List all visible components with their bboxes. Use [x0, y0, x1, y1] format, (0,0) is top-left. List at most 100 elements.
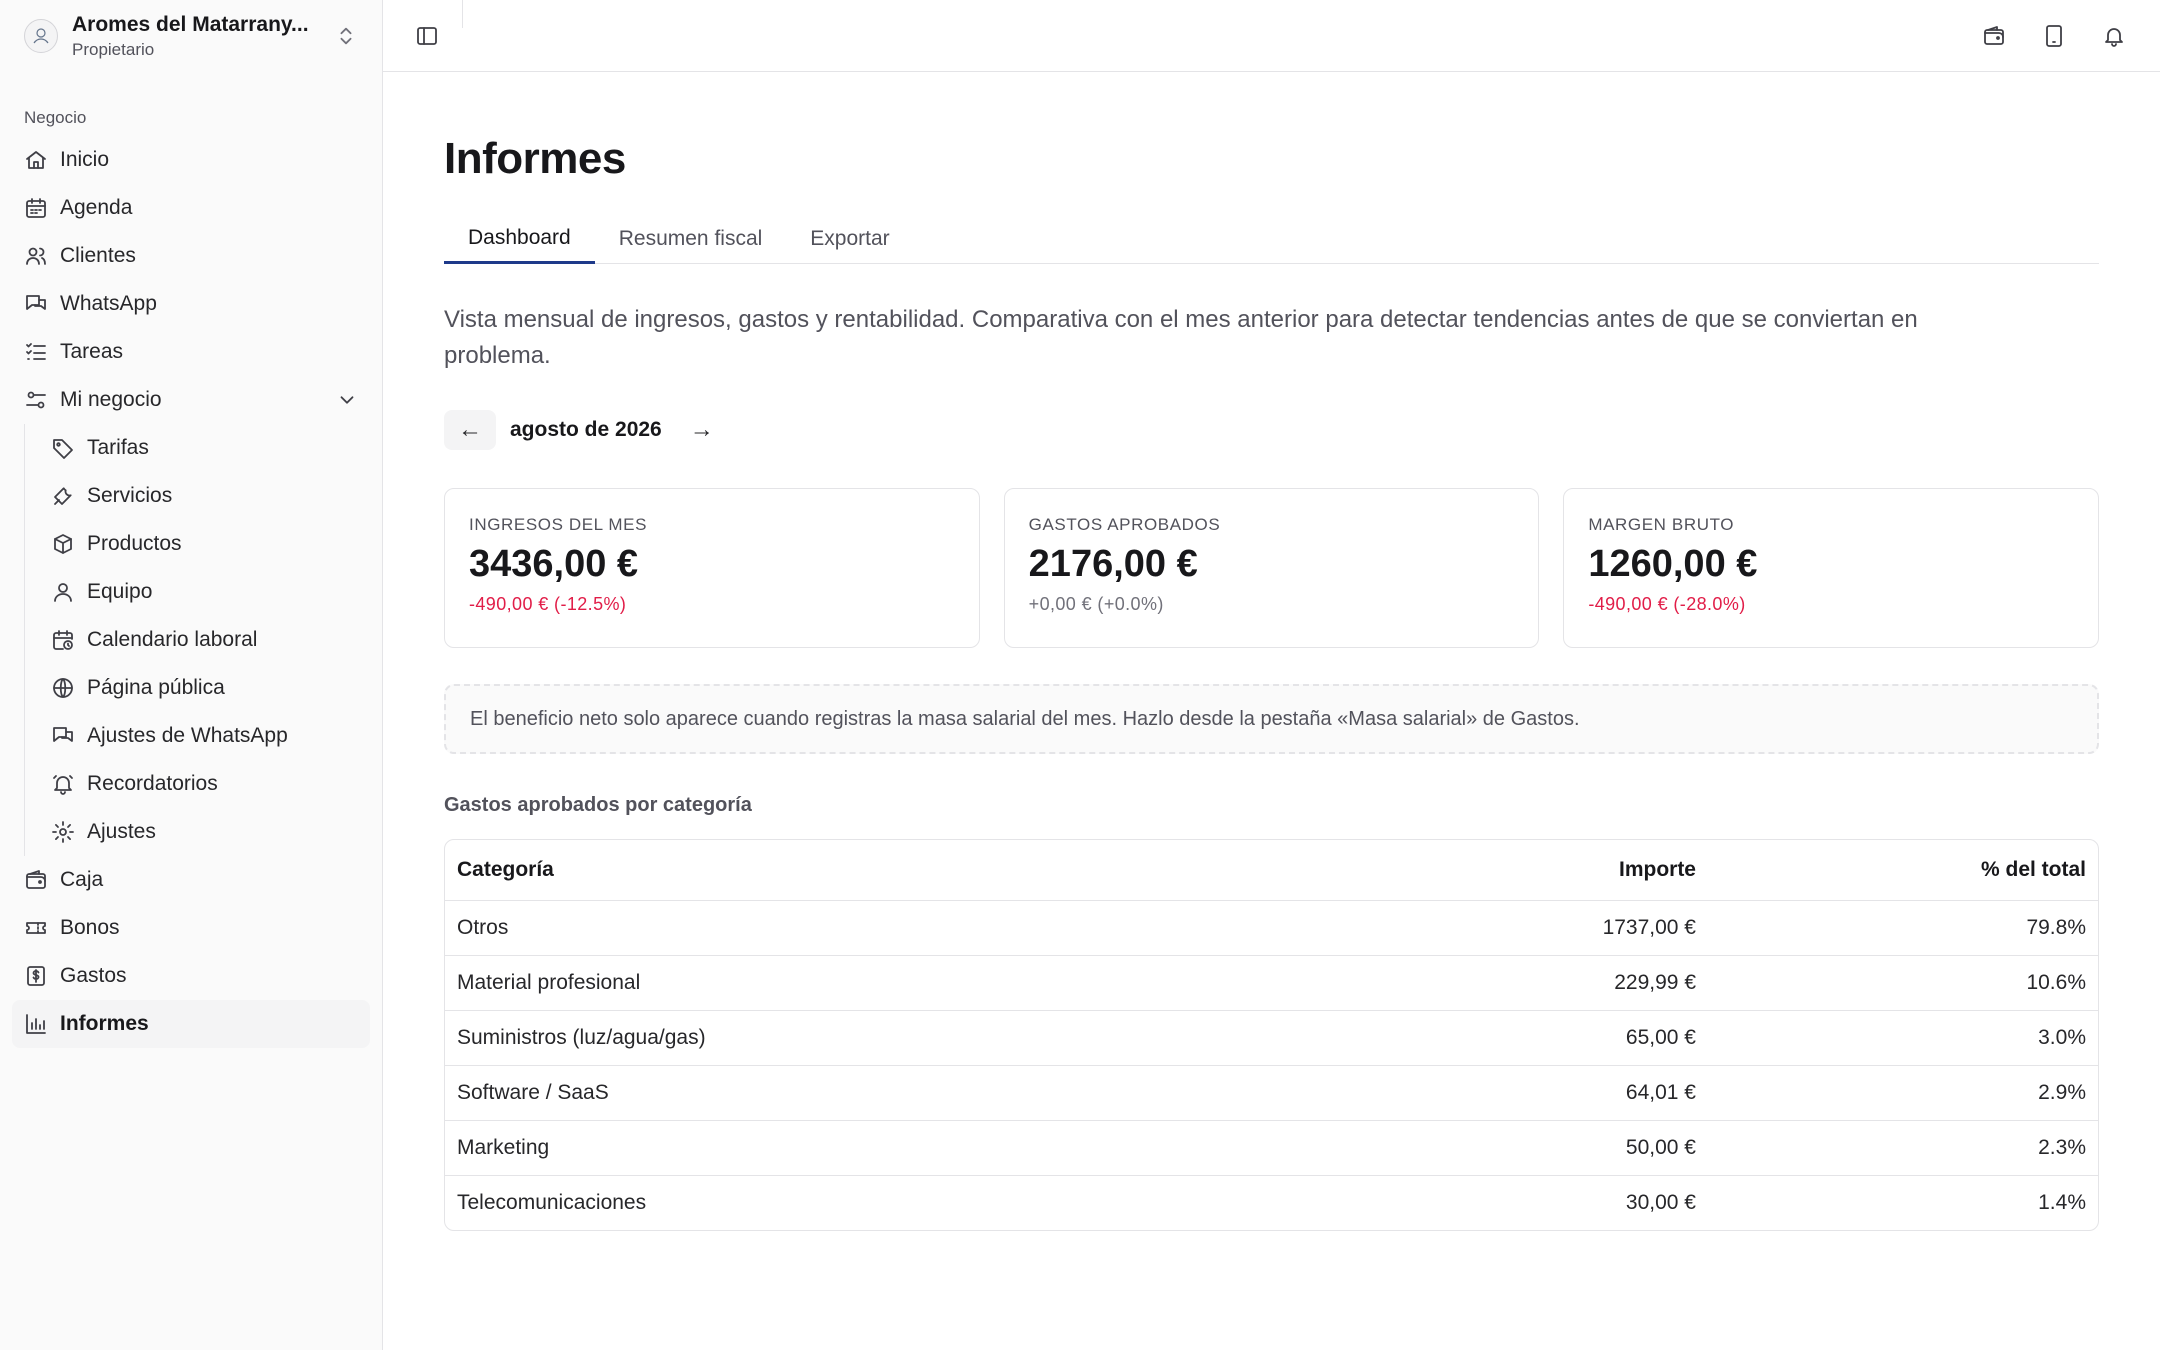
box-icon — [51, 532, 75, 556]
chat-icon — [24, 292, 48, 316]
cell-amount: 30,00 € — [1625, 1191, 1696, 1214]
cell-percent: 79.8% — [2026, 916, 2086, 939]
sidebar: Aromes del Matarrany... Propietario Nego… — [0, 0, 383, 1350]
sidebar-item-tareas[interactable]: Tareas — [12, 328, 370, 376]
sidebar-item-label: Caja — [60, 868, 104, 891]
nav-section-label: Negocio — [24, 108, 87, 127]
chat-icon — [51, 724, 75, 748]
cell-percent: 3.0% — [2038, 1026, 2086, 1049]
main: Informes Dashboard Resumen fiscal Export… — [383, 0, 2160, 1350]
table-row: Material profesional 229,99 € 10.6% — [445, 955, 2098, 1010]
chevrons-up-down-icon[interactable] — [334, 24, 358, 48]
sidebar-item-clientes[interactable]: Clientes — [12, 232, 370, 280]
sidebar-item-inicio[interactable]: Inicio — [12, 136, 370, 184]
wallet-icon[interactable] — [1972, 14, 2016, 58]
sidebar-item-label: Servicios — [87, 484, 173, 507]
table-row: Software / SaaS 64,01 € 2.9% — [445, 1065, 2098, 1120]
kpi-delta: -490,00 € (-12.5%) — [469, 594, 627, 614]
sidebar-item-gastos[interactable]: Gastos — [12, 952, 370, 1000]
org-logo — [24, 19, 58, 53]
tab-exportar[interactable]: Exportar — [786, 214, 913, 264]
topbar — [383, 0, 2160, 72]
kpi-label: INGRESOS DEL MES — [469, 515, 648, 534]
sidebar-item-label: WhatsApp — [60, 292, 157, 315]
cell-percent: 2.3% — [2038, 1136, 2086, 1159]
cell-percent: 2.9% — [2038, 1081, 2086, 1104]
sidebar-item-pagina-publica[interactable]: Página pública — [37, 664, 370, 712]
kpi-value: 3436,00 € — [469, 543, 639, 585]
sidebar-item-mi-negocio[interactable]: Mi negocio — [12, 376, 370, 424]
column-header-category: Categoría — [457, 858, 554, 881]
bar-chart-icon — [24, 1012, 48, 1036]
users-icon — [24, 244, 48, 268]
table-row: Otros 1737,00 € 79.8% — [445, 900, 2098, 955]
tablet-icon[interactable] — [2032, 14, 2076, 58]
topbar-divider — [462, 0, 463, 28]
cell-amount: 65,00 € — [1625, 1026, 1696, 1049]
expenses-table: Categoría Importe % del total Otros 1737… — [444, 839, 2099, 1231]
list-icon — [24, 340, 48, 364]
sidebar-item-servicios[interactable]: Servicios — [37, 472, 370, 520]
current-month-label: agosto de 2026 — [510, 418, 662, 441]
sidebar-item-ajustes[interactable]: Ajustes — [37, 808, 370, 856]
sidebar-item-label: Gastos — [60, 964, 127, 987]
column-header-percent: % del total — [1980, 858, 2086, 881]
bell-icon[interactable] — [2092, 14, 2136, 58]
page-title: Informes — [444, 134, 626, 183]
calendar-clock-icon — [51, 628, 75, 652]
ticket-icon — [24, 916, 48, 940]
cell-category: Otros — [457, 916, 509, 939]
sidebar-item-label: Mi negocio — [60, 388, 162, 411]
sidebar-item-equipo[interactable]: Equipo — [37, 568, 370, 616]
kpi-value: 2176,00 € — [1028, 543, 1198, 585]
tag-icon — [51, 436, 75, 460]
sidebar-item-label: Informes — [60, 1012, 149, 1035]
sidebar-item-productos[interactable]: Productos — [37, 520, 370, 568]
kpi-card-gastos: GASTOS APROBADOS 2176,00 € +0,00 € (+0.0… — [1003, 488, 1540, 648]
sidebar-item-label: Equipo — [87, 580, 153, 603]
bell-ring-icon — [51, 772, 75, 796]
gear-icon — [51, 820, 75, 844]
org-switcher[interactable]: Aromes del Matarrany... Propietario — [0, 0, 382, 72]
table-row: Telecomunicaciones 30,00 € 1.4% — [445, 1175, 2098, 1230]
table-header: Categoría Importe % del total — [445, 840, 2098, 900]
kpi-delta: -490,00 € (-28.0%) — [1588, 594, 1746, 614]
sidebar-item-label: Tarifas — [87, 436, 149, 459]
table-row: Suministros (luz/agua/gas) 65,00 € 3.0% — [445, 1010, 2098, 1065]
tab-dashboard[interactable]: Dashboard — [444, 214, 595, 264]
sidebar-item-tarifas[interactable]: Tarifas — [37, 424, 370, 472]
sidebar-item-informes[interactable]: Informes — [12, 1000, 370, 1048]
sidebar-item-label: Página pública — [87, 676, 225, 699]
sidebar-item-ajustes-whatsapp[interactable]: Ajustes de WhatsApp — [37, 712, 370, 760]
sidebar-item-agenda[interactable]: Agenda — [12, 184, 370, 232]
column-header-amount: Importe — [1618, 858, 1696, 881]
sidebar-toggle-icon[interactable] — [407, 16, 447, 56]
sliders-icon — [24, 388, 48, 412]
sidebar-item-label: Inicio — [60, 148, 110, 171]
sidebar-nav: Inicio Agenda Clientes WhatsApp Tareas M… — [0, 136, 382, 424]
cell-category: Software / SaaS — [457, 1081, 609, 1104]
sidebar-item-whatsapp[interactable]: WhatsApp — [12, 280, 370, 328]
tab-resumen-fiscal[interactable]: Resumen fiscal — [595, 214, 787, 264]
sidebar-item-label: Calendario laboral — [87, 628, 258, 651]
sidebar-subnav: Tarifas Servicios Productos Equipo Calen… — [24, 424, 382, 856]
chevron-down-icon[interactable] — [336, 389, 358, 411]
cell-category: Telecomunicaciones — [457, 1191, 647, 1214]
sidebar-item-caja[interactable]: Caja — [12, 856, 370, 904]
kpi-label: GASTOS APROBADOS — [1028, 515, 1221, 534]
next-month-button[interactable]: → — [676, 410, 728, 450]
kpi-card-margen: MARGEN BRUTO 1260,00 € -490,00 € (-28.0%… — [1563, 488, 2100, 648]
sidebar-item-recordatorios[interactable]: Recordatorios — [37, 760, 370, 808]
kpi-value: 1260,00 € — [1588, 543, 1758, 585]
wallet-icon — [24, 868, 48, 892]
prev-month-button[interactable]: ← — [444, 410, 496, 450]
sidebar-item-label: Tareas — [60, 340, 124, 363]
sidebar-item-bonos[interactable]: Bonos — [12, 904, 370, 952]
cell-amount: 50,00 € — [1625, 1136, 1696, 1159]
cell-amount: 229,99 € — [1614, 971, 1696, 994]
cell-percent: 1.4% — [2038, 1191, 2086, 1214]
kpi-card-ingresos: INGRESOS DEL MES 3436,00 € -490,00 € (-1… — [444, 488, 980, 648]
sidebar-item-label: Agenda — [60, 196, 133, 219]
sidebar-item-calendario-laboral[interactable]: Calendario laboral — [37, 616, 370, 664]
page-description: Vista mensual de ingresos, gastos y rent… — [444, 306, 1918, 369]
